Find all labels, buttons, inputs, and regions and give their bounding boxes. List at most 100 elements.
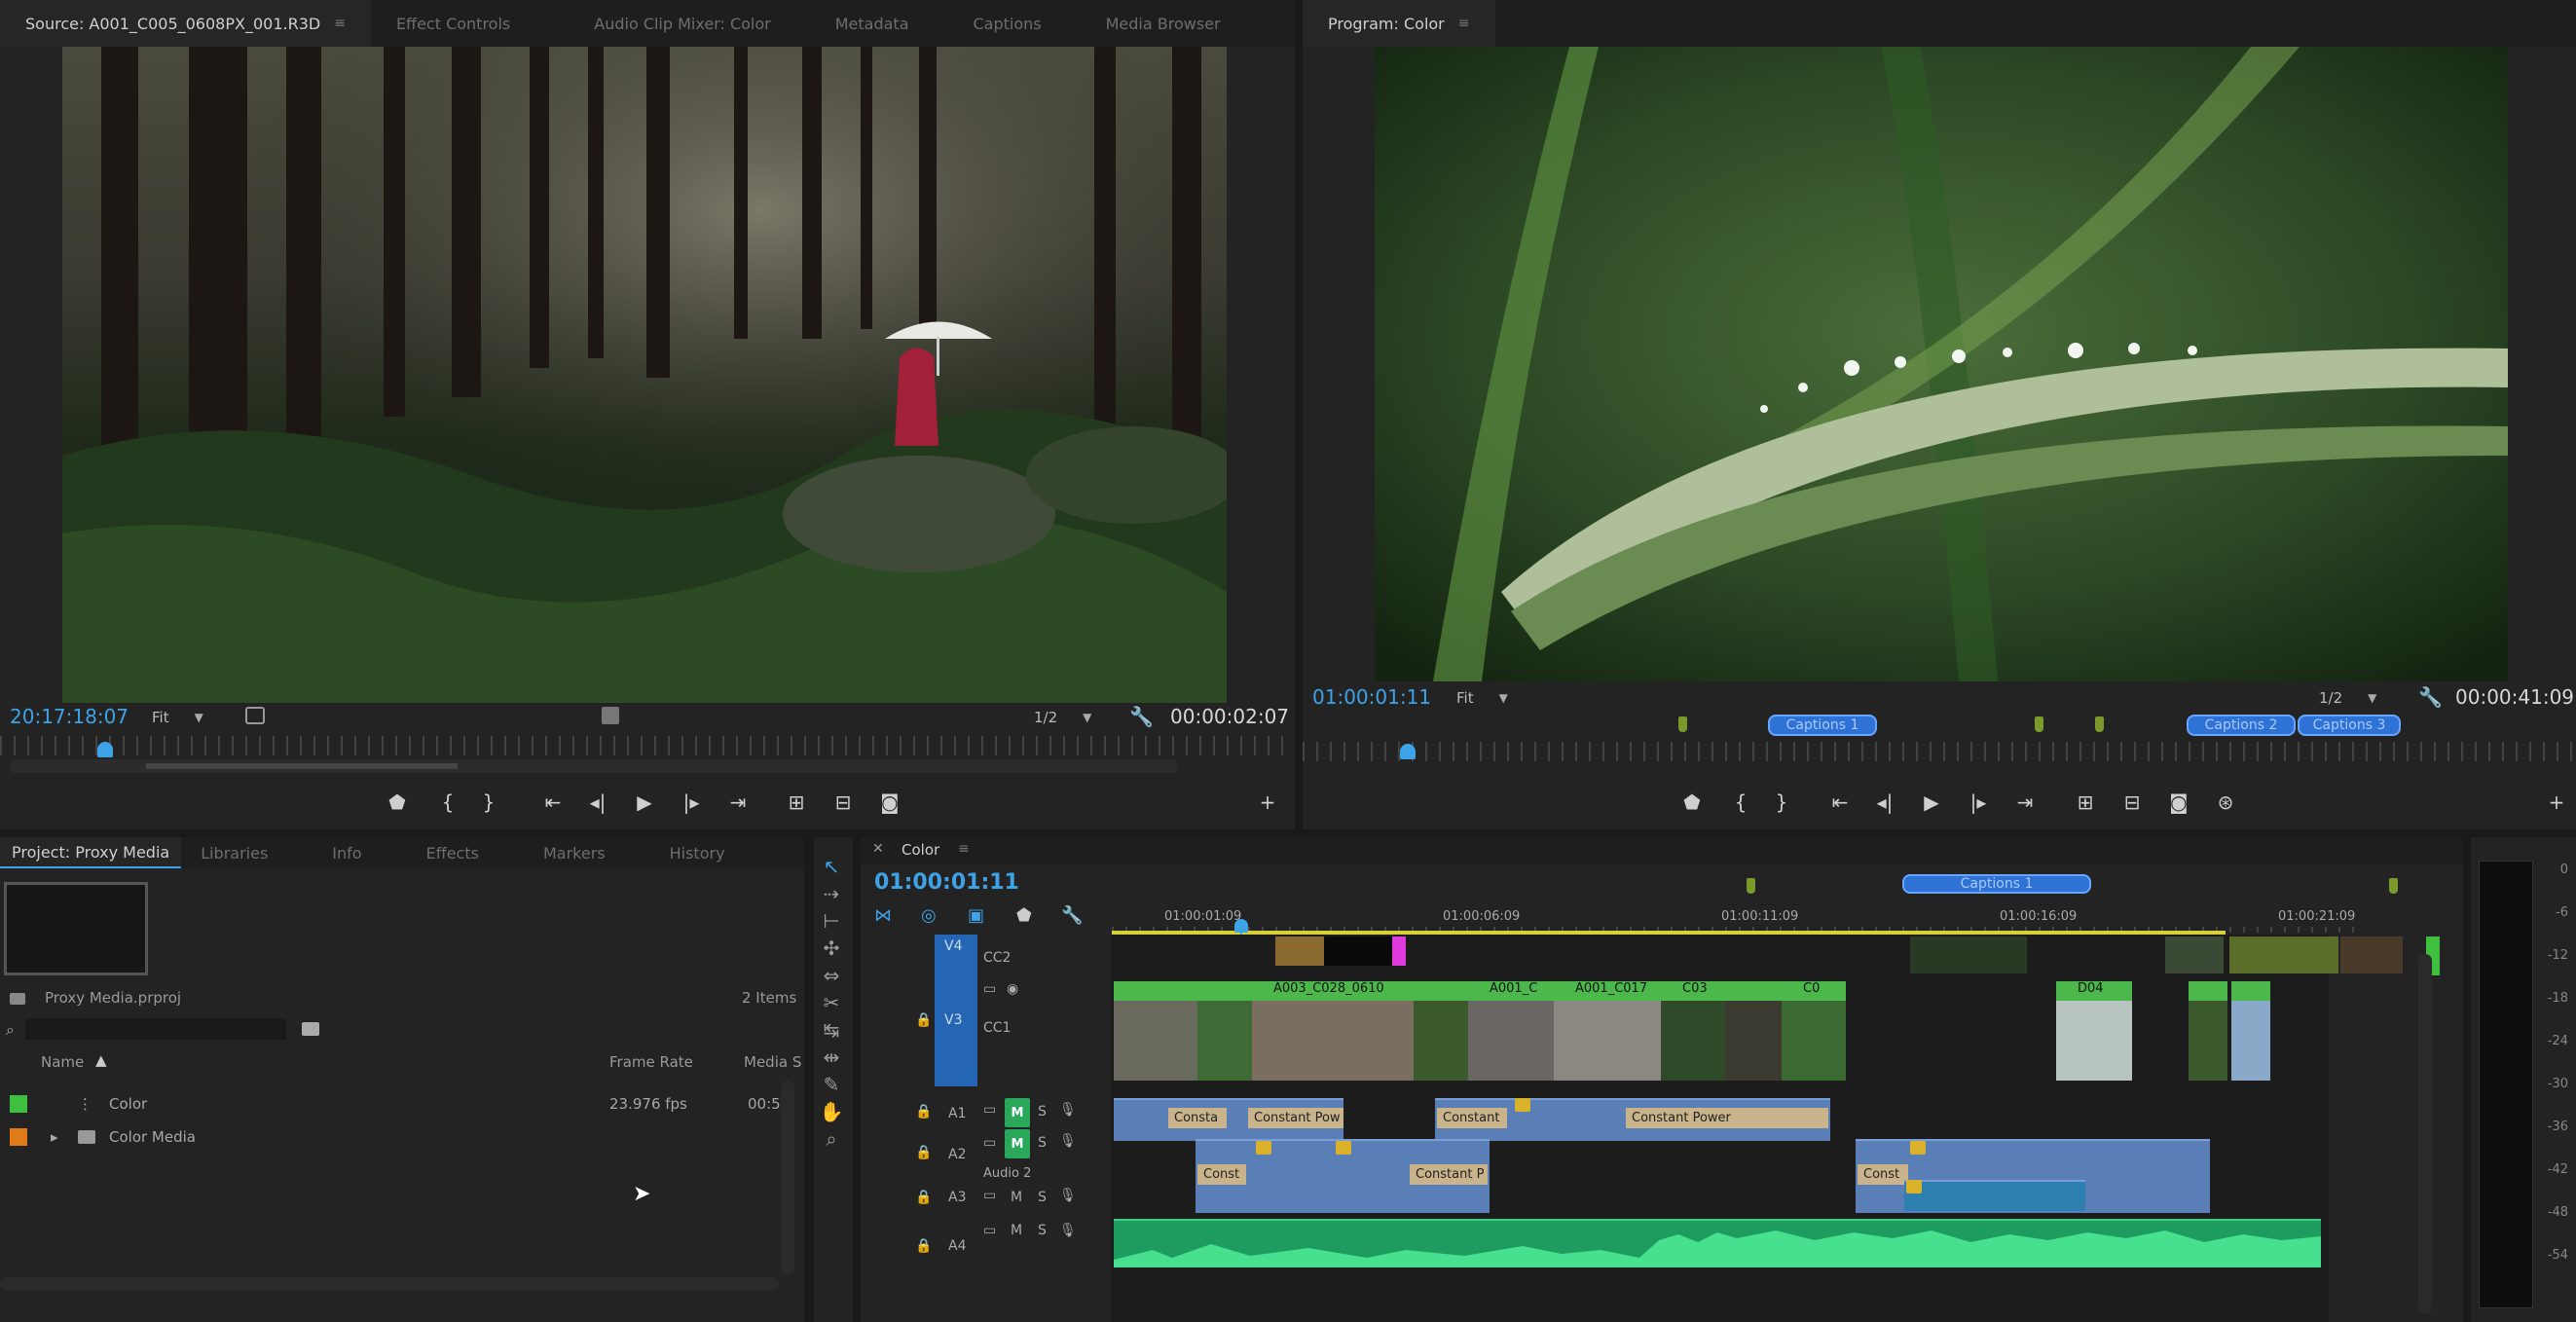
timeline-timecode[interactable]: 01:00:01:11 [874,870,1019,895]
step-back-icon[interactable]: ◂| [1869,790,1900,814]
lock-icon[interactable]: 🔒 [915,1012,932,1028]
program-timecode[interactable]: 01:00:01:11 [1312,685,1431,709]
step-back-icon[interactable]: ◂| [582,790,613,814]
panel-menu-icon[interactable]: ≡ [1458,16,1470,31]
eye-icon[interactable]: ◉ [1007,981,1018,997]
go-to-out-icon[interactable]: ⇥ [722,790,754,814]
list-item-color-media[interactable]: ▸ Color Media [0,1121,804,1153]
wrench-icon[interactable]: 🔧 [1129,705,1154,728]
a3-clip[interactable] [1904,1180,2085,1211]
timeline-settings-icon[interactable]: 🔧 [1061,905,1083,926]
step-forward-icon[interactable]: |▸ [676,790,707,814]
marker-icon[interactable]: ⬟ [1676,790,1708,814]
insert-icon[interactable]: ⊞ [781,790,812,814]
v3-clip[interactable] [1114,981,1197,1081]
ripple-edit-tool-icon[interactable]: ⊢ [814,909,849,933]
v4-clip[interactable] [2229,936,2338,973]
mark-out-icon[interactable]: } [473,790,504,814]
program-zoom-dropdown[interactable]: Fit ▼ [1456,689,1508,707]
slip-tool-icon[interactable]: ↹ [814,1018,849,1042]
play-icon[interactable]: ▶ [629,790,660,814]
marker-icon[interactable] [1747,878,1755,894]
a2-transition[interactable]: Constant P [1410,1164,1488,1185]
wrench-icon[interactable]: 🔧 [2418,685,2443,709]
overwrite-icon[interactable]: ⊟ [828,790,859,814]
timeline-ruler[interactable]: 01:00:01:09 01:00:06:09 01:00:11:09 01:0… [1112,892,2356,935]
fx-badge-icon[interactable] [1515,1098,1530,1112]
rolling-edit-tool-icon[interactable]: ✣ [814,936,849,960]
marker-icon[interactable] [2035,716,2043,732]
v3-clip[interactable]: D04 [2056,981,2132,1081]
play-icon[interactable]: ▶ [1916,790,1947,814]
mute-button-a2[interactable]: M [1005,1129,1030,1158]
mark-in-icon[interactable]: { [1725,790,1756,814]
solo-button-a4[interactable]: S [1038,1223,1047,1238]
column-name[interactable]: Name [41,1053,84,1071]
list-item-color[interactable]: ⋮ Color 23.976 fps 00:5 [0,1088,804,1120]
solo-button-a1[interactable]: S [1038,1104,1047,1120]
lock-icon[interactable]: 🔒 [915,1104,932,1120]
program-playhead[interactable] [1400,744,1416,759]
v3-clip[interactable] [1197,981,1252,1081]
project-vscrollbar[interactable] [781,1081,794,1275]
add-marker-icon[interactable]: ⬟ [1016,905,1032,926]
go-to-in-icon[interactable]: ⇤ [1824,790,1856,814]
marker-icon[interactable] [1678,716,1687,732]
caption-marker-2[interactable]: Captions 2 [2187,715,2296,736]
film-icon[interactable]: ▭ [983,1188,996,1203]
tab-program[interactable]: Program: Color ≡ [1303,0,1495,47]
fx-badge-icon[interactable] [1336,1141,1351,1155]
v4-clip-forest[interactable] [1910,936,2027,973]
microphone-icon[interactable]: 🎙 [1059,1102,1077,1118]
go-to-out-icon[interactable]: ⇥ [2009,790,2041,814]
linked-selection-icon[interactable]: ◎ [921,905,937,926]
v3-clip[interactable] [1414,981,1468,1081]
a4-clip[interactable] [1114,1219,2321,1267]
expand-arrow-icon[interactable]: ▸ [51,1128,58,1146]
tab-media-browser[interactable]: Media Browser [1067,0,1246,47]
film-icon[interactable]: ▭ [983,1102,996,1118]
lock-icon[interactable]: 🔒 [915,1145,932,1160]
tab-audio-clip-mixer[interactable]: Audio Clip Mixer: Color [535,0,795,47]
extract-icon[interactable]: ⊟ [2116,790,2148,814]
v4-clip-dark[interactable] [1324,936,1392,966]
source-playhead[interactable] [97,742,113,757]
playhead-handle[interactable] [1234,919,1248,933]
vr-video-icon[interactable]: ⊛ [2210,790,2241,814]
settings-icon-left[interactable] [602,707,619,724]
v4-target-blue[interactable] [935,935,977,1086]
a1-transition[interactable]: Constant [1437,1108,1507,1128]
a1-transition[interactable]: Constant Pow [1248,1108,1343,1128]
v3-clip[interactable]: A003_C028_0610 [1252,981,1414,1081]
tab-history[interactable]: History [631,837,751,868]
zoom-tool-icon[interactable]: ⌕ [814,1127,849,1151]
panel-menu-icon[interactable]: ≡ [958,841,970,857]
a2-transition[interactable]: Const [1197,1164,1246,1185]
program-resolution-dropdown[interactable]: 1/2 ▼ [2319,689,2376,707]
v3-clip[interactable] [2189,981,2227,1081]
source-video-frame[interactable] [62,47,1227,703]
timeline-vscrollbar[interactable] [2418,954,2432,1314]
mute-button-a1[interactable]: M [1005,1098,1030,1127]
v4-clip[interactable] [2340,936,2403,973]
nest-icon[interactable]: ▣ [968,905,984,926]
fx-badge-icon[interactable] [1256,1141,1271,1155]
column-frame-rate[interactable]: Frame Rate [609,1053,693,1071]
project-hscrollbar[interactable] [0,1277,779,1291]
a1-transition[interactable]: Constant Power [1626,1108,1828,1128]
tab-effects[interactable]: Effects [387,837,504,868]
microphone-icon[interactable]: 🎙 [1059,1133,1077,1149]
v3-clip[interactable]: A001_C017 [1554,981,1661,1081]
lock-icon[interactable]: 🔒 [915,1238,932,1254]
label-color-swatch[interactable] [10,1095,27,1113]
tab-project[interactable]: Project: Proxy Media [0,837,182,868]
add-button-icon[interactable]: + [2541,790,2572,814]
marker-icon[interactable]: ⬟ [382,790,413,814]
mark-out-icon[interactable]: } [1766,790,1797,814]
v3-clip[interactable] [2231,981,2270,1081]
v3-clip[interactable]: A001_C [1468,981,1554,1081]
v3-clip[interactable]: C0 [1782,981,1846,1081]
caption-marker-1[interactable]: Captions 1 [1768,715,1877,736]
program-video-frame[interactable] [1375,47,2508,681]
label-color-swatch[interactable] [10,1128,27,1146]
